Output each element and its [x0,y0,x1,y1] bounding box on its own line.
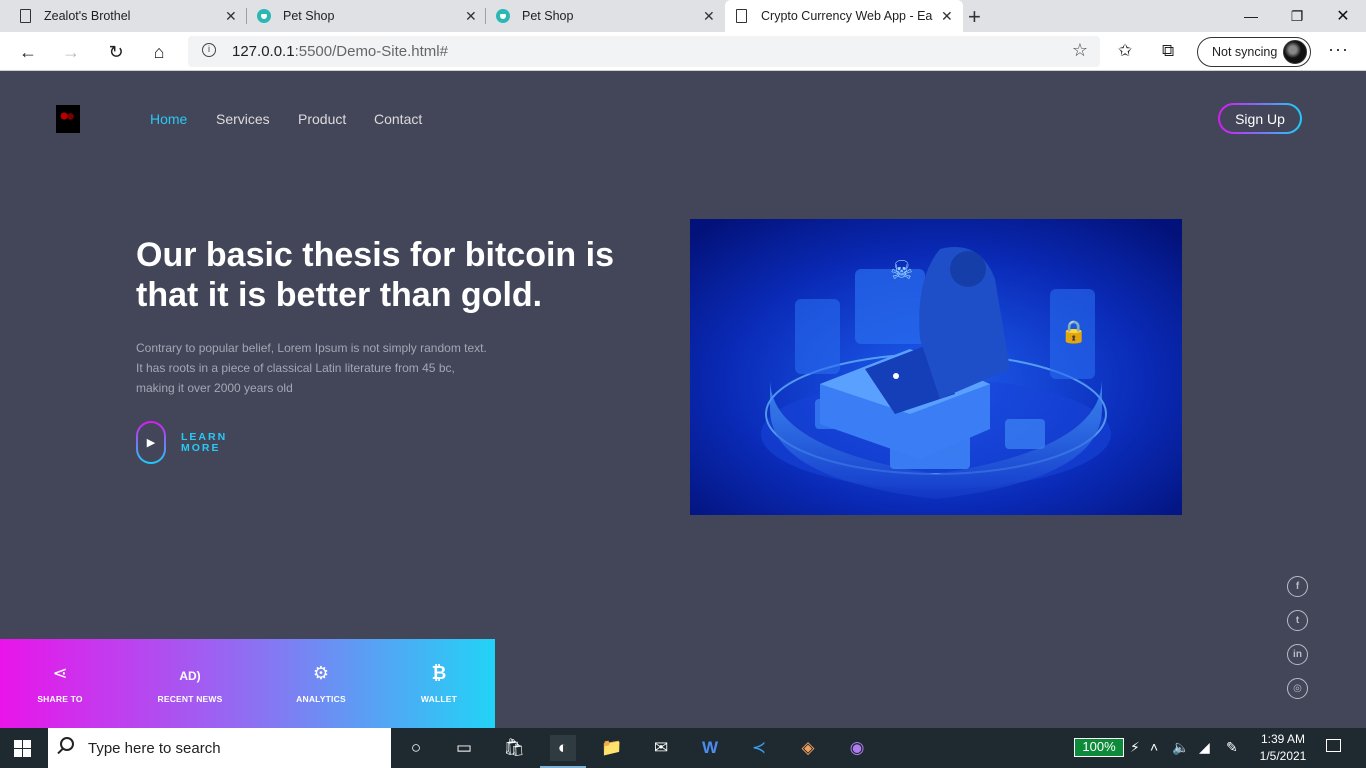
close-tab-icon[interactable]: ✕ [703,8,715,25]
site-info-icon[interactable]: i [202,43,216,57]
mail-icon[interactable]: ✉ [648,735,674,761]
page-icon [20,9,31,23]
browser-tab-bar: Zealot's Brothel ✕ Pet Shop ✕ Pet Shop ✕… [0,0,1366,32]
home-button[interactable]: ⌂ [146,39,172,65]
feature-bar: ⋖ SHARE TO AD) RECENT NEWS ⚙ ANALYTICS ₿… [0,639,495,728]
chevron-up-icon[interactable]: ˄ [1150,739,1158,755]
twitter-icon[interactable]: t [1287,610,1308,631]
word-icon[interactable]: W [697,735,723,761]
github-desktop-icon[interactable]: ◉ [844,735,870,761]
file-explorer-icon[interactable]: 📁 [599,735,625,761]
clock-time: 1:39 AM [1260,732,1306,746]
feature-label: SHARE TO [37,694,83,704]
gear-icon: ⚙ [312,663,330,683]
battery-indicator[interactable]: 100% [1074,738,1124,757]
tab-title: Zealot's Brothel [44,9,131,23]
tab-title: Pet Shop [522,9,574,23]
learn-more-link[interactable]: LEARN MORE [181,432,241,454]
facebook-icon[interactable]: f [1287,576,1308,597]
store-icon[interactable]: 🛍 [501,735,527,761]
collections-icon[interactable]: ⧉ [1162,41,1174,61]
feature-label: ANALYTICS [296,694,346,704]
web-page: Home Services Product Contact Sign Up Ou… [0,71,1366,728]
wifi-icon[interactable]: ◢ [1199,739,1210,756]
feature-recent-news[interactable]: AD) RECENT NEWS [145,639,235,728]
ad-icon: AD) [179,669,201,683]
instagram-icon[interactable]: ◎ [1287,678,1308,699]
feature-label: WALLET [420,694,458,704]
task-view-icon[interactable]: ▭ [451,735,477,761]
feature-analytics[interactable]: ⚙ ANALYTICS [281,639,361,728]
address-toolbar: ← → ↻ ⌂ i 127.0.0.1:5500/Demo-Site.html#… [0,32,1366,71]
restore-button[interactable]: ❐ [1274,0,1320,32]
pet-shop-icon [496,9,510,23]
back-button[interactable]: ← [15,39,41,65]
nav-product[interactable]: Product [298,111,346,127]
minimize-button[interactable]: — [1228,0,1274,32]
close-window-button[interactable]: ✕ [1320,0,1366,32]
favorites-icon[interactable]: ✩ [1118,41,1132,61]
browser-tab-2[interactable]: Pet Shop ✕ [247,0,485,32]
search-placeholder: Type here to search [88,740,221,757]
browser-tab-3[interactable]: Pet Shop ✕ [486,0,724,32]
sign-up-label: Sign Up [1220,105,1300,132]
nav-contact[interactable]: Contact [374,111,422,127]
close-tab-icon[interactable]: ✕ [465,8,477,25]
clock[interactable]: 1:39 AM 1/5/2021 [1253,731,1313,765]
windows-taskbar: Type here to search ○ ▭ 🛍 ◐ 📁 ✉ W ≺ ◈ ◉ … [0,728,1366,768]
svg-text:☠: ☠ [890,256,913,286]
clock-date: 1/5/2021 [1259,749,1307,763]
feature-share-to[interactable]: ⋖ SHARE TO [20,639,100,728]
share-icon: ⋖ [52,663,68,683]
profile-button[interactable]: Not syncing [1197,37,1311,67]
site-logo[interactable] [56,105,80,133]
hero-paragraph: Contrary to popular belief, Lorem Ipsum … [136,341,487,395]
hero-image: ☠ 🔒 [690,219,1182,515]
nav-home[interactable]: Home [150,111,187,127]
play-button[interactable]: ▶ [136,421,166,464]
nav-services[interactable]: Services [216,111,270,127]
power-icon[interactable]: ⚡ [1130,739,1140,756]
hero-headline: Our basic thesis for bitcoin is that it … [136,236,614,314]
vscode-icon[interactable]: ≺ [746,735,772,761]
search-icon [60,737,74,751]
feature-wallet[interactable]: ₿ WALLET [399,639,479,728]
svg-text:🔒: 🔒 [1060,320,1087,345]
url-text[interactable]: 127.0.0.1:5500/Demo-Site.html# [232,43,448,60]
browser-tab-4[interactable]: Crypto Currency Web App - Easy ✕ [725,0,963,32]
new-tab-button[interactable]: + [968,4,981,30]
start-button[interactable] [14,740,31,757]
volume-icon[interactable]: 🔈 [1172,739,1189,756]
notification-icon[interactable] [1326,739,1341,752]
edge-icon[interactable]: ◐ [550,735,576,761]
avatar [1283,40,1307,64]
favorite-star-icon[interactable]: ☆ [1072,40,1088,61]
taskbar-search[interactable]: Type here to search [48,728,391,768]
forward-button[interactable]: → [58,39,84,65]
refresh-button[interactable]: ↻ [103,39,129,65]
more-menu-icon[interactable]: ··· [1328,39,1349,60]
profile-label: Not syncing [1212,45,1278,59]
feature-label: RECENT NEWS [157,694,223,704]
page-icon [736,9,747,23]
browser-tab-1[interactable]: Zealot's Brothel ✕ [0,0,245,32]
close-tab-icon[interactable]: ✕ [225,8,237,25]
address-bar[interactable]: i 127.0.0.1:5500/Demo-Site.html# ☆ [188,36,1100,67]
layers-app-icon[interactable]: ◈ [795,735,821,761]
close-tab-icon[interactable]: ✕ [941,8,953,25]
pet-shop-icon [257,9,271,23]
cortana-icon[interactable]: ○ [403,735,429,761]
bitcoin-icon: ₿ [431,663,447,683]
pen-icon[interactable]: ✎ [1226,739,1238,756]
linkedin-icon[interactable]: in [1287,644,1308,665]
play-icon: ▶ [138,423,164,462]
tab-title: Crypto Currency Web App - Easy [761,9,933,23]
sign-up-button[interactable]: Sign Up [1218,103,1302,134]
tab-title: Pet Shop [283,9,335,23]
